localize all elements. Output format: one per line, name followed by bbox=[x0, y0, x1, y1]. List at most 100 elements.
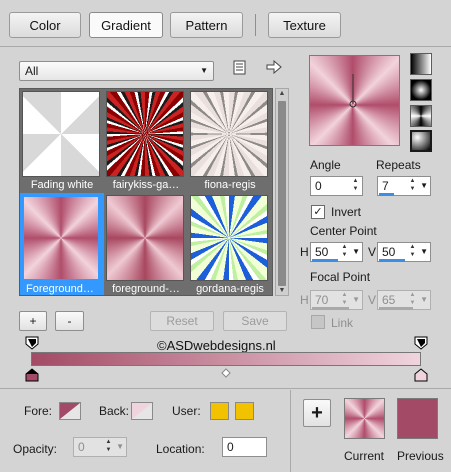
center-v-slider[interactable] bbox=[379, 259, 405, 262]
back-label: Back: bbox=[99, 404, 130, 418]
spin-updown-icon[interactable]: ▲ ▼ bbox=[339, 243, 350, 261]
location-label: Location: bbox=[156, 442, 205, 456]
midpoint-diamond-icon[interactable] bbox=[221, 367, 235, 381]
spin-updown-icon[interactable]: ▲ ▼ bbox=[407, 177, 418, 195]
gradient-thumb bbox=[22, 91, 100, 177]
scroll-up-icon[interactable]: ▲ bbox=[277, 90, 287, 97]
reset-button[interactable]: Reset bbox=[150, 311, 214, 331]
tab-texture[interactable]: Texture bbox=[268, 12, 341, 38]
center-h-value: 50 bbox=[315, 245, 329, 259]
center-v-label: V bbox=[368, 245, 377, 259]
center-v-field[interactable]: 50 ▲ ▼ ▼ bbox=[377, 242, 431, 262]
gradient-item-label: foreground-… bbox=[112, 283, 180, 295]
chevron-down-icon[interactable]: ▼ bbox=[420, 291, 428, 309]
gradient-list[interactable]: Fading white fairykiss-ga… fiona-regis F… bbox=[19, 88, 273, 296]
gradient-item[interactable]: fairykiss-ga… bbox=[104, 89, 188, 193]
gradient-item-label: Foreground… bbox=[26, 283, 94, 295]
chevron-down-icon[interactable]: ▼ bbox=[352, 291, 360, 309]
gradient-item[interactable]: gordana-regis bbox=[188, 193, 272, 295]
save-button[interactable]: Save bbox=[223, 311, 287, 331]
gradient-item[interactable]: foreground-… bbox=[104, 193, 188, 295]
opacity-label: Opacity: bbox=[13, 442, 58, 456]
center-h-label: H bbox=[300, 245, 309, 259]
previous-label: Previous bbox=[397, 449, 444, 463]
gradient-item[interactable]: Fading white bbox=[20, 89, 104, 193]
opacity-field[interactable]: 0 ▲ ▼ ▼ bbox=[73, 437, 127, 457]
tab-gradient[interactable]: Gradient bbox=[89, 12, 163, 38]
gradient-thumb bbox=[190, 195, 268, 281]
center-v-value: 50 bbox=[382, 245, 396, 259]
color-stop-left-icon[interactable] bbox=[25, 368, 39, 382]
invert-label: Invert bbox=[331, 205, 362, 219]
user-swatch-2[interactable] bbox=[235, 402, 254, 420]
center-h-slider[interactable] bbox=[312, 259, 338, 262]
current-swatch[interactable] bbox=[344, 398, 385, 439]
gradient-item-label: fiona-regis bbox=[204, 179, 256, 191]
gradient-item-label: gordana-regis bbox=[196, 283, 264, 295]
spin-updown-icon[interactable]: ▲ ▼ bbox=[103, 438, 114, 456]
gradient-item[interactable]: fiona-regis bbox=[188, 89, 272, 193]
chevron-down-icon[interactable]: ▼ bbox=[420, 177, 428, 195]
gradient-sunburst-icon[interactable] bbox=[410, 105, 432, 127]
gradient-rect-icon[interactable] bbox=[410, 79, 432, 101]
focal-v-slider[interactable] bbox=[379, 307, 413, 310]
list-view-icon[interactable] bbox=[233, 60, 247, 76]
focal-h-field[interactable]: 70 ▲ ▼ ▼ bbox=[310, 290, 363, 310]
user-swatch[interactable] bbox=[210, 402, 229, 420]
invert-checkbox[interactable]: ✓ bbox=[311, 205, 325, 219]
divider-bottom bbox=[0, 388, 451, 389]
gradient-linear-icon[interactable] bbox=[410, 53, 432, 75]
center-h-field[interactable]: 50 ▲ ▼ ▼ bbox=[310, 242, 363, 262]
tab-pattern[interactable]: Pattern bbox=[170, 12, 243, 38]
repeats-label: Repeats bbox=[376, 158, 421, 172]
opacity-stop-right-icon[interactable] bbox=[414, 336, 428, 350]
category-dropdown[interactable]: All ▼ bbox=[19, 61, 214, 81]
tab-color[interactable]: Color bbox=[9, 12, 81, 38]
color-stop-right-icon[interactable] bbox=[414, 368, 428, 382]
gradient-thumb bbox=[190, 91, 268, 177]
add-gradient-button[interactable]: + bbox=[19, 311, 47, 331]
back-swatch[interactable] bbox=[131, 402, 153, 420]
location-field[interactable]: 0 bbox=[222, 437, 267, 457]
link-checkbox[interactable] bbox=[311, 315, 325, 329]
divider-top bbox=[0, 46, 451, 47]
repeats-field[interactable]: 7 ▲ ▼ ▼ bbox=[377, 176, 431, 196]
chevron-down-icon[interactable]: ▼ bbox=[116, 438, 124, 456]
tab-separator bbox=[255, 14, 256, 36]
repeats-value: 7 bbox=[382, 179, 389, 193]
arrow-right-icon[interactable] bbox=[266, 59, 282, 75]
angle-value: 0 bbox=[315, 179, 322, 193]
add-to-list-button[interactable]: + bbox=[303, 399, 331, 427]
spin-updown-icon[interactable]: ▲ ▼ bbox=[350, 177, 361, 195]
gradient-bar[interactable] bbox=[31, 352, 421, 366]
angle-field[interactable]: 0 ▲ ▼ bbox=[310, 176, 363, 196]
link-label: Link bbox=[331, 316, 354, 330]
opacity-stop-left-icon[interactable] bbox=[25, 336, 39, 350]
focal-h-value: 70 bbox=[315, 293, 329, 307]
watermark-text: ©ASDwebdesigns.nl bbox=[157, 338, 276, 353]
remove-gradient-button[interactable]: - bbox=[55, 311, 84, 331]
angle-label: Angle bbox=[310, 158, 341, 172]
gradient-list-scrollbar[interactable]: ▲ ▼ bbox=[275, 88, 289, 296]
gradient-thumb bbox=[106, 195, 184, 281]
previous-swatch[interactable] bbox=[397, 398, 438, 439]
scroll-down-icon[interactable]: ▼ bbox=[277, 287, 287, 294]
repeats-slider[interactable] bbox=[379, 193, 394, 196]
fore-swatch[interactable] bbox=[59, 402, 81, 420]
opacity-value: 0 bbox=[78, 440, 85, 454]
focal-v-value: 65 bbox=[382, 293, 396, 307]
current-label: Current bbox=[344, 449, 385, 463]
focal-v-field[interactable]: 65 ▲ ▼ ▼ bbox=[377, 290, 431, 310]
chevron-down-icon[interactable]: ▼ bbox=[420, 243, 428, 261]
spin-updown-icon[interactable]: ▲ ▼ bbox=[407, 243, 418, 261]
chevron-down-icon[interactable]: ▼ bbox=[352, 243, 360, 261]
fore-label: Fore: bbox=[24, 404, 53, 418]
gradient-item-selected[interactable]: Foreground… bbox=[20, 193, 104, 295]
gradient-preview bbox=[309, 55, 400, 146]
gradient-item-label: fairykiss-ga… bbox=[112, 179, 180, 191]
gradient-radial-icon[interactable] bbox=[410, 130, 432, 152]
focal-v-label: V bbox=[368, 293, 377, 307]
gradient-thumb bbox=[22, 195, 100, 281]
scrollbar-thumb[interactable] bbox=[278, 101, 286, 286]
focal-h-slider[interactable] bbox=[312, 307, 349, 310]
